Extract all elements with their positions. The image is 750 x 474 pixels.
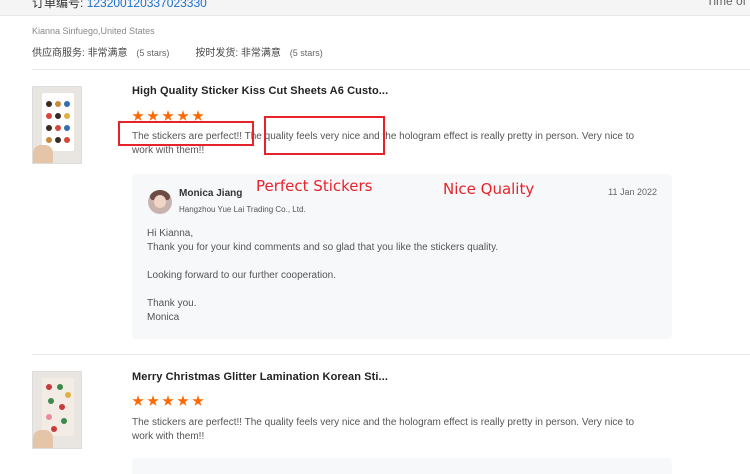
buyer-name-country: Kianna Sinfuego,United States [32,26,155,36]
rating-on-time-delivery: 按时发货: 非常满意 (5 stars) [195,48,323,59]
star-icon [147,395,159,406]
annotation-perfect-stickers: Perfect Stickers [256,177,373,195]
reply-line: Looking forward to our further cooperati… [147,270,336,281]
annotation-box-quality [264,116,385,155]
section-divider [32,354,750,355]
reply-date: 11 Jan 2022 [608,187,657,197]
order-number-row: 订单编号: 123200120337023330 [32,0,207,11]
reply-greeting: Hi Kianna, [147,228,194,239]
reply-line: Thank you for your kind comments and so … [147,242,499,253]
replier-company: Hangzhou Yue Lai Trading Co., Ltd. [179,205,306,214]
product-title[interactable]: Merry Christmas Glitter Lamination Korea… [132,371,388,383]
seller-ratings: 供应商服务: 非常满意 (5 stars) 按时发货: 非常满意 (5 star… [32,44,349,59]
product-title[interactable]: High Quality Sticker Kiss Cut Sheets A6 … [132,85,388,97]
supplier-reply: Monica Jiang Hangzhou Yue Lai Trading Co… [132,174,672,339]
section-divider [32,69,750,70]
rating-supplier-service: 供应商服务: 非常满意 (5 stars) [32,48,170,59]
replier-name: Monica Jiang [179,188,243,199]
time-label: Time of [706,0,746,8]
supplier-reply [132,458,672,474]
order-number-label: 订单编号: [32,0,84,10]
product-thumbnail[interactable] [32,86,82,164]
order-header-bar: 订单编号: 123200120337023330 Time of [0,0,750,16]
reply-signature: Monica [147,312,180,323]
annotation-nice-quality: Nice Quality [443,180,535,198]
review-rating-stars [132,395,204,407]
reply-message: Hi Kianna, Thank you for your kind comme… [147,227,647,325]
star-icon [162,395,174,406]
star-icon [132,395,144,406]
star-icon [177,395,189,406]
avatar [148,190,172,214]
star-icon [192,395,204,406]
product-thumbnail[interactable] [32,371,82,449]
annotation-box-perfect [118,121,254,146]
reply-closing: Thank you. [147,298,197,309]
review-text: The stickers are perfect!! The quality f… [132,417,635,442]
order-number-link[interactable]: 123200120337023330 [87,0,207,10]
